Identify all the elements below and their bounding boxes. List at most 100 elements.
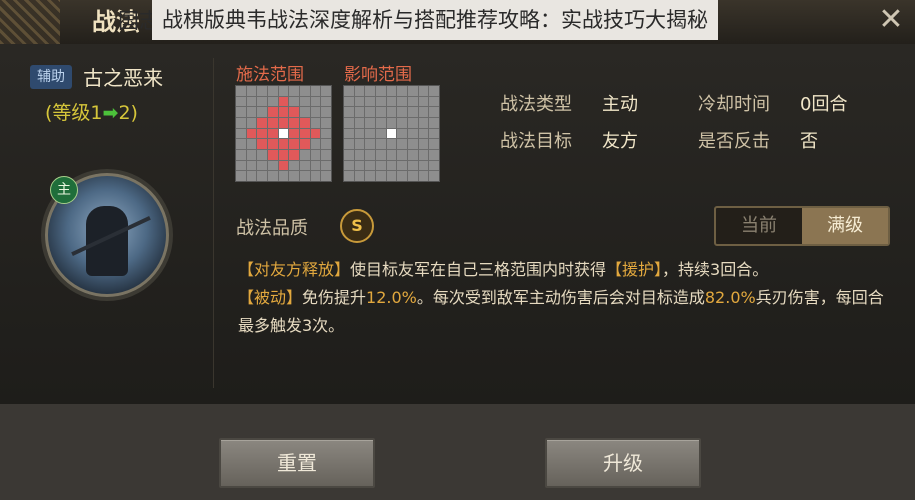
grid-cell: [300, 86, 310, 96]
grid-cell: [418, 107, 429, 117]
grid-cell: [300, 149, 310, 160]
grid-cell: [397, 139, 407, 149]
grid-cell: [418, 149, 429, 160]
grid-cell: [344, 117, 354, 128]
grid-cell: [365, 171, 375, 181]
grid-cell: [354, 117, 365, 128]
grid-cell: [354, 160, 365, 171]
main-marker-badge: 主: [50, 176, 78, 204]
grid-cell: [418, 96, 429, 107]
counterattack-label: 是否反击: [698, 131, 770, 152]
grid-cell: [257, 128, 267, 139]
toggle-current[interactable]: 当前: [716, 208, 802, 244]
description-line-2: 【被动】免伤提升12.0%。每次受到敌军主动伤害后会对目标造成82.0%兵刃伤害…: [238, 284, 898, 340]
grid-cell: [354, 149, 365, 160]
grid-cell: [246, 139, 257, 149]
close-button[interactable]: ✕: [875, 4, 907, 36]
grid-cell: [321, 86, 331, 96]
tactic-type-label: 战法类型: [500, 94, 572, 115]
grid-cell: [354, 139, 365, 149]
grid-cell: [365, 128, 375, 139]
grid-cell: [365, 139, 375, 149]
quality-grade-badge: S: [340, 209, 374, 243]
grid-cell: [300, 117, 310, 128]
grid-cell: [354, 171, 365, 181]
grid-cell: [310, 128, 321, 139]
grid-cell: [289, 171, 299, 181]
cast-range-grid: [235, 85, 332, 182]
grid-cell: [429, 107, 439, 117]
grid-cell: [386, 139, 397, 149]
action-footer: [0, 404, 915, 500]
grid-cell: [310, 96, 321, 107]
grid-cell: [268, 107, 278, 117]
grid-cell: [429, 149, 439, 160]
grid-cell: [268, 128, 278, 139]
grid-cell: [236, 107, 246, 117]
grid-cell: [344, 139, 354, 149]
tactic-description: 【对友方释放】使目标友军在自己三格范围内时获得【援护】，持续3回合。 【被动】免…: [238, 256, 898, 340]
grid-cell: [365, 149, 375, 160]
grid-cell: [376, 128, 386, 139]
grid-cell: [257, 86, 267, 96]
grid-cell: [429, 86, 439, 96]
grid-cell: [429, 139, 439, 149]
grid-cell: [386, 117, 397, 128]
grid-cell: [246, 96, 257, 107]
grid-cell: [310, 149, 321, 160]
grid-cell: [278, 117, 289, 128]
grid-cell: [429, 96, 439, 107]
grid-cell: [321, 139, 331, 149]
level-to: 2): [118, 102, 138, 124]
reset-button[interactable]: 重置: [219, 438, 375, 488]
grid-cell: [257, 139, 267, 149]
tactic-type-value: 主动: [602, 94, 638, 115]
tactic-quality-label: 战法品质: [236, 218, 308, 239]
grid-cell: [429, 160, 439, 171]
level-indicator: (等级1➡2): [45, 98, 138, 125]
grid-cell: [278, 128, 289, 139]
grid-cell: [429, 117, 439, 128]
grid-cell: [376, 96, 386, 107]
description-text: ，持续3回合。: [662, 260, 769, 279]
grid-cell: [257, 96, 267, 107]
grid-cell: [310, 171, 321, 181]
grid-cell: [236, 96, 246, 107]
grid-cell: [354, 128, 365, 139]
grid-cell: [236, 117, 246, 128]
warrior-figure: [86, 206, 128, 276]
grid-cell: [376, 160, 386, 171]
grid-cell: [408, 117, 418, 128]
grid-cell: [310, 107, 321, 117]
grid-cell: [365, 160, 375, 171]
effect-tag-ally: 【对友方释放】: [238, 260, 351, 279]
grid-cell: [386, 160, 397, 171]
grid-cell: [344, 128, 354, 139]
grid-cell: [386, 128, 397, 139]
grid-cell: [278, 107, 289, 117]
cast-range-label: 施法范围: [236, 65, 304, 85]
grid-cell: [344, 96, 354, 107]
description-text: 使目标友军在自己三格范围内时获得: [350, 260, 607, 279]
grid-cell: [344, 107, 354, 117]
grid-cell: [376, 107, 386, 117]
grid-cell: [300, 128, 310, 139]
grid-cell: [236, 86, 246, 96]
upgrade-button[interactable]: 升级: [545, 438, 701, 488]
grid-cell: [408, 139, 418, 149]
tactic-target-label: 战法目标: [500, 131, 572, 152]
corner-ornament: [0, 0, 60, 44]
grid-cell: [246, 171, 257, 181]
grid-cell: [289, 96, 299, 107]
effect-range-label: 影响范围: [344, 65, 412, 85]
grid-cell: [376, 149, 386, 160]
grid-cell: [246, 149, 257, 160]
grid-cell: [236, 160, 246, 171]
grid-cell: [376, 139, 386, 149]
grid-cell: [246, 128, 257, 139]
grid-cell: [344, 149, 354, 160]
grid-cell: [344, 86, 354, 96]
toggle-max-level[interactable]: 满级: [802, 208, 888, 244]
grid-cell: [386, 171, 397, 181]
grid-cell: [386, 96, 397, 107]
